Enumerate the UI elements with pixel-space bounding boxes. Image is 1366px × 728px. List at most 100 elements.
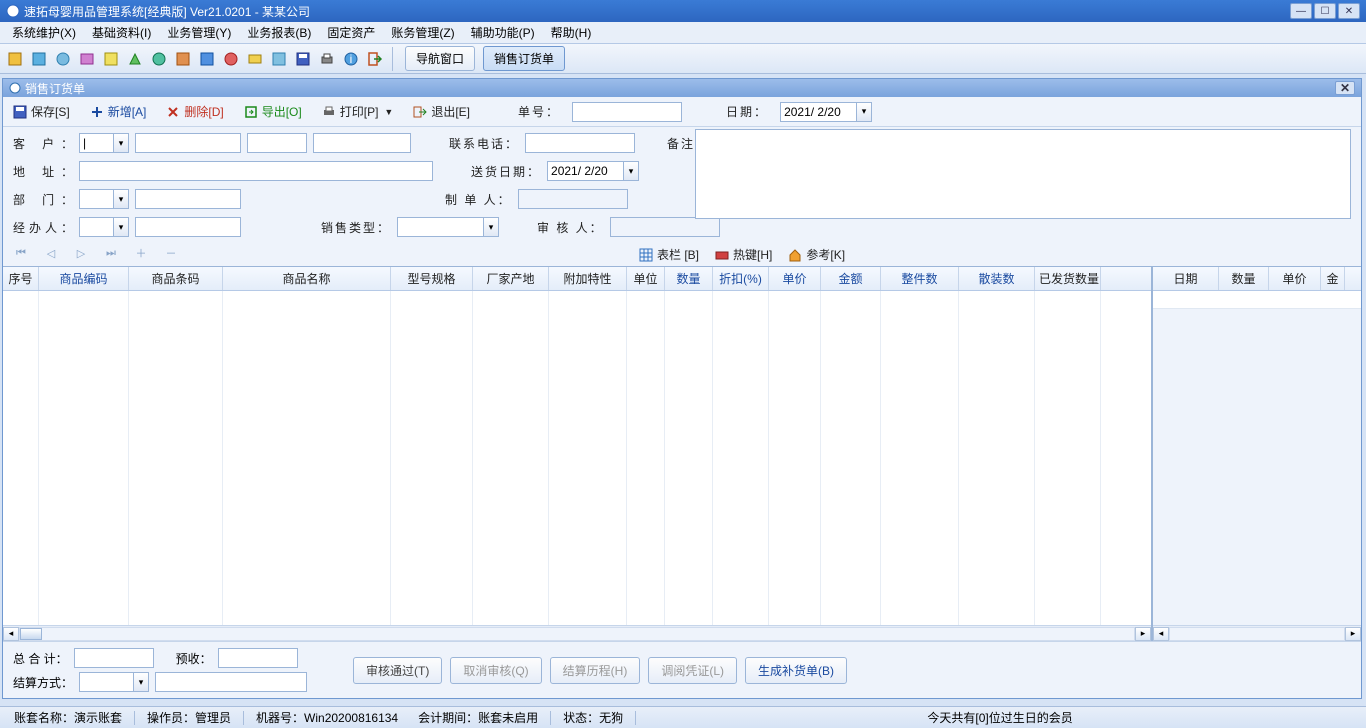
scroll-right-icon[interactable]: ▸ <box>1345 627 1361 641</box>
prepay-input[interactable] <box>218 648 298 668</box>
delete-button[interactable]: 删除[D] <box>162 101 227 122</box>
gen-replenish-button[interactable]: 生成补货单(B) <box>745 657 847 684</box>
menu-aux[interactable]: 辅助功能(P) <box>463 22 543 43</box>
add-record-icon[interactable]: ＋ <box>133 247 149 259</box>
toolbar-icon-print[interactable] <box>318 50 336 68</box>
save-icon <box>13 105 27 119</box>
column-header[interactable]: 厂家产地 <box>473 267 549 290</box>
approve-button[interactable]: 审核通过(T) <box>353 657 442 684</box>
column-header[interactable]: 散装数 <box>959 267 1035 290</box>
scroll-left-icon[interactable]: ◂ <box>3 627 19 641</box>
column-header[interactable]: 商品名称 <box>223 267 391 290</box>
delivery-picker[interactable]: ▾ <box>547 161 639 181</box>
dropdown-icon[interactable]: ▼ <box>384 107 393 117</box>
billno-input[interactable] <box>572 102 682 122</box>
calendar-icon[interactable]: ▾ <box>856 102 872 122</box>
handler-name-input[interactable] <box>135 217 241 237</box>
toolbar-icon-exit[interactable] <box>366 50 384 68</box>
menu-system[interactable]: 系统维护(X) <box>4 22 84 43</box>
toolbar-icon-11[interactable] <box>246 50 264 68</box>
toolbar-icon-4[interactable] <box>78 50 96 68</box>
toolbar-icon-2[interactable] <box>30 50 48 68</box>
remark-textarea[interactable] <box>695 129 1351 219</box>
toolbar-icon-9[interactable] <box>198 50 216 68</box>
hotkey-button[interactable]: 热键[H] <box>715 246 772 263</box>
column-header[interactable]: 折扣(%) <box>713 267 769 290</box>
column-header[interactable]: 附加特性 <box>549 267 627 290</box>
toolbar-icon-6[interactable] <box>126 50 144 68</box>
next-record-icon[interactable]: ▷ <box>73 247 89 259</box>
scroll-right-icon[interactable]: ▸ <box>1135 627 1151 641</box>
column-header[interactable]: 单价 <box>1269 267 1321 290</box>
table-columns-button[interactable]: 表栏 [B] <box>639 246 699 263</box>
column-header[interactable]: 商品编码 <box>39 267 129 290</box>
toolbar-icon-info[interactable]: i <box>342 50 360 68</box>
print-button[interactable]: 打印[P]▼ <box>318 101 398 122</box>
mid-action-bar: 表栏 [B] 热键[H] 参考[K] <box>629 243 855 266</box>
del-record-icon[interactable]: － <box>163 247 179 259</box>
column-header[interactable]: 型号规格 <box>391 267 473 290</box>
h-scrollbar-right[interactable]: ◂ ▸ <box>1153 625 1361 641</box>
close-button[interactable]: ✕ <box>1338 3 1360 19</box>
column-header[interactable]: 序号 <box>3 267 39 290</box>
first-record-icon[interactable]: ⏮ <box>13 247 29 259</box>
saletype-combo[interactable]: ▾ <box>397 217 499 237</box>
column-header[interactable]: 金额 <box>821 267 881 290</box>
customer-combo[interactable]: ▾ <box>79 133 129 153</box>
column-header[interactable]: 整件数 <box>881 267 959 290</box>
save-button[interactable]: 保存[S] <box>9 101 74 122</box>
reference-button[interactable]: 参考[K] <box>788 246 845 263</box>
date-input[interactable] <box>780 102 856 122</box>
minimize-button[interactable]: — <box>1290 3 1312 19</box>
column-header[interactable]: 金 <box>1321 267 1345 290</box>
date-picker[interactable]: ▾ <box>780 102 872 122</box>
toolbar-icon-1[interactable] <box>6 50 24 68</box>
column-header[interactable]: 单价 <box>769 267 821 290</box>
toolbar-icon-7[interactable] <box>150 50 168 68</box>
column-header[interactable]: 数量 <box>1219 267 1269 290</box>
toolbar-icon-10[interactable] <box>222 50 240 68</box>
handler-combo[interactable]: ▾ <box>79 217 129 237</box>
statusbar: 账套名称：演示账套 操作员：管理员 机器号：Win20200816134 会计期… <box>0 706 1366 728</box>
settle-combo[interactable]: ▾ <box>79 672 149 692</box>
maximize-button[interactable]: ☐ <box>1314 3 1336 19</box>
main-table-body[interactable] <box>3 291 1151 625</box>
customer-ext1-input[interactable] <box>247 133 307 153</box>
export-button[interactable]: 导出[O] <box>240 101 306 122</box>
toolbar-icon-8[interactable] <box>174 50 192 68</box>
scroll-left-icon[interactable]: ◂ <box>1153 627 1169 641</box>
column-header[interactable]: 日期 <box>1153 267 1219 290</box>
last-record-icon[interactable]: ⏭ <box>103 247 119 259</box>
menu-business[interactable]: 业务管理(Y) <box>159 22 239 43</box>
menu-asset[interactable]: 固定资产 <box>319 22 383 43</box>
customer-name-input[interactable] <box>135 133 241 153</box>
aux-table-body[interactable] <box>1153 291 1361 625</box>
settle-name-input[interactable] <box>155 672 307 692</box>
column-header[interactable]: 数量 <box>665 267 713 290</box>
exit-button[interactable]: 退出[E] <box>409 101 474 122</box>
nav-window-button[interactable]: 导航窗口 <box>405 46 475 71</box>
prev-record-icon[interactable]: ◁ <box>43 247 59 259</box>
column-header[interactable]: 单位 <box>627 267 665 290</box>
subwindow-close-button[interactable]: ✕ <box>1335 81 1355 95</box>
menu-basic[interactable]: 基础资料(I) <box>84 22 159 43</box>
menu-report[interactable]: 业务报表(B) <box>239 22 319 43</box>
customer-ext2-input[interactable] <box>313 133 411 153</box>
menu-help[interactable]: 帮助(H) <box>543 22 600 43</box>
menu-finance[interactable]: 账务管理(Z) <box>383 22 462 43</box>
toolbar-icon-12[interactable] <box>270 50 288 68</box>
contact-input[interactable] <box>525 133 635 153</box>
dept-name-input[interactable] <box>135 189 241 209</box>
add-button[interactable]: 新增[A] <box>86 101 151 122</box>
toolbar-icon-5[interactable] <box>102 50 120 68</box>
column-header[interactable]: 已发货数量 <box>1035 267 1101 290</box>
sales-order-button[interactable]: 销售订货单 <box>483 46 565 71</box>
toolbar-icon-3[interactable] <box>54 50 72 68</box>
address-input[interactable] <box>79 161 433 181</box>
toolbar-icon-save[interactable] <box>294 50 312 68</box>
calendar-icon[interactable]: ▾ <box>623 161 639 181</box>
status-machine: 机器号：Win20200816134 <box>248 709 406 726</box>
h-scrollbar-left[interactable]: ◂ ▸ <box>3 625 1151 641</box>
dept-combo[interactable]: ▾ <box>79 189 129 209</box>
column-header[interactable]: 商品条码 <box>129 267 223 290</box>
